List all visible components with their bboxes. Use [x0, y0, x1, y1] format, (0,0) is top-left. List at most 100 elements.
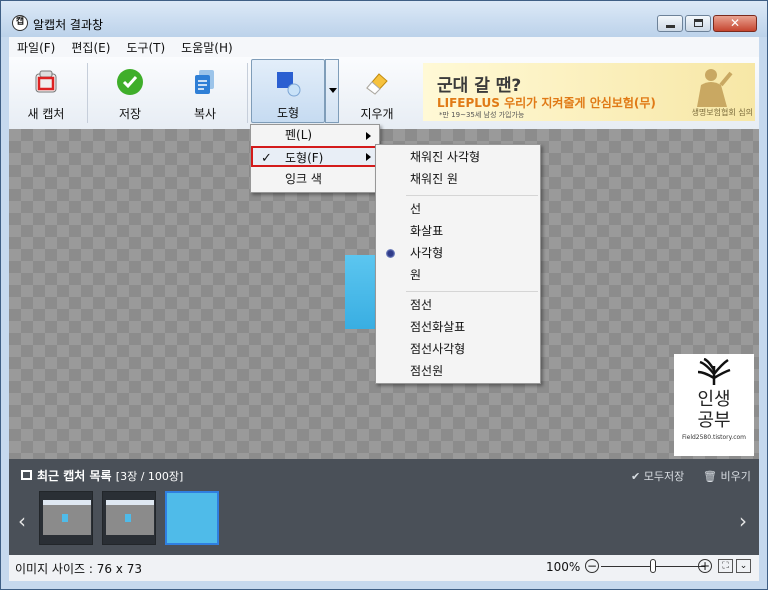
menu-help[interactable]: 도움말(H): [173, 39, 241, 56]
app-icon: 캡: [12, 15, 28, 31]
submenu-item-dashed-line[interactable]: 점선: [376, 295, 540, 316]
advertisement-banner[interactable]: 군대 갈 땐? LIFEPLUS 우리가 지켜줄게 안심보험(무) *만 19~…: [423, 63, 755, 121]
watermark-text-1: 인생: [697, 389, 731, 410]
copy-icon: [195, 70, 214, 94]
zoom-out-icon[interactable]: −: [585, 559, 599, 573]
shape-button[interactable]: 도형: [251, 59, 325, 123]
submenu-item-label: 화살표: [410, 224, 444, 238]
maximize-button[interactable]: [685, 15, 711, 32]
scroll-left-arrow[interactable]: ‹: [18, 509, 26, 533]
fit-screen-icon[interactable]: ⛶: [718, 559, 733, 573]
new-capture-label: 새 캡처: [27, 107, 65, 121]
menu-item-pen[interactable]: 펜(L): [251, 125, 379, 146]
thumbnail-capture: [125, 514, 131, 522]
soldier-silhouette-image: [697, 69, 733, 107]
menu-item-label: 펜(L): [285, 128, 313, 142]
scroll-right-arrow[interactable]: ›: [739, 509, 747, 533]
save-label: 저장: [118, 107, 142, 121]
recent-count: [3장 / 100장]: [115, 470, 184, 483]
eraser-button[interactable]: 지우개: [342, 61, 412, 125]
shape-submenu: 채워진 사각형 채워진 원 선 화살표 사각형 원 점선 점선화살표 점선사각형…: [375, 144, 541, 384]
menu-item-shape[interactable]: ✓ 도형(F): [251, 146, 379, 167]
menu-file[interactable]: 파일(F): [9, 39, 63, 56]
recent-thumbnail[interactable]: [39, 491, 93, 545]
expand-down-icon[interactable]: ⌄: [736, 559, 751, 573]
submenu-item-label: 채워진 사각형: [410, 150, 481, 164]
watermark-text-2: 공부: [697, 410, 731, 431]
save-button[interactable]: 저장: [95, 61, 165, 125]
menu-separator: [406, 291, 538, 292]
save-check-icon: [117, 69, 143, 95]
submenu-item-dashed-rect[interactable]: 점선사각형: [376, 339, 540, 360]
status-bar: 이미지 사이즈 : 76 x 73 100% − + ⛶ ⌄: [9, 555, 759, 581]
ad-brand: 생명보험협회 심의: [691, 108, 753, 117]
plant-icon: [697, 357, 731, 385]
shape-dropdown-button[interactable]: [325, 59, 339, 123]
submenu-item-arrow[interactable]: 화살표: [376, 221, 540, 242]
ad-subtitle: LIFEPLUS 우리가 지켜줄게 안심보험(무): [437, 96, 656, 110]
recent-title-text: 최근 캡처 목록: [37, 469, 112, 483]
recent-list-icon: [21, 470, 32, 480]
clear-button[interactable]: 🗑 비우기: [703, 468, 751, 484]
window-title: 알캡처 결과창: [33, 18, 104, 32]
save-all-button[interactable]: ✔ 모두저장: [631, 468, 684, 484]
check-icon: ✓: [261, 151, 272, 166]
shape-dropdown-menu: 펜(L) ✓ 도형(F) 잉크 색: [250, 124, 380, 193]
shape-label: 도형: [276, 106, 300, 120]
recent-thumbnail[interactable]: [102, 491, 156, 545]
submenu-item-dashed-arrow[interactable]: 점선화살표: [376, 317, 540, 338]
submenu-item-rect[interactable]: 사각형: [376, 243, 540, 264]
close-icon: ✕: [729, 16, 741, 30]
new-capture-icon: [35, 70, 57, 93]
shape-icon: [277, 72, 301, 97]
minimize-icon: [666, 25, 675, 28]
thumbnail-capture: [62, 514, 68, 522]
eraser-icon: [366, 73, 388, 95]
recent-thumbnail-selected[interactable]: [165, 491, 219, 545]
minimize-button[interactable]: [657, 15, 683, 32]
close-button[interactable]: ✕: [713, 15, 757, 32]
new-capture-button[interactable]: 새 캡처: [11, 61, 81, 125]
submenu-item-label: 채워진 원: [410, 172, 458, 186]
submenu-arrow-icon: [366, 153, 371, 161]
menu-item-label: 도형(F): [285, 151, 324, 165]
submenu-item-label: 점선원: [410, 364, 444, 378]
submenu-item-label: 원: [410, 268, 422, 282]
image-size-text: 이미지 사이즈 : 76 x 73: [15, 562, 142, 576]
toolbar: 새 캡처 저장 복사 도형 지우개 군대 갈 땐? LIFEPLUS 우리가 지…: [9, 57, 759, 130]
toolbar-separator: [87, 63, 88, 123]
copy-button[interactable]: 복사: [170, 61, 240, 125]
menu-bar: 파일(F) 편집(E) 도구(T) 도움말(H): [9, 37, 759, 57]
submenu-item-circle[interactable]: 원: [376, 265, 540, 286]
submenu-item-line[interactable]: 선: [376, 199, 540, 220]
menu-tools[interactable]: 도구(T): [118, 39, 173, 56]
toolbar-separator: [247, 63, 248, 123]
zoom-slider-knob[interactable]: [650, 559, 656, 573]
copy-label: 복사: [193, 107, 217, 121]
menu-item-ink-color[interactable]: 잉크 색: [251, 169, 379, 190]
title-bar[interactable]: 캡 알캡처 결과창 ✕: [1, 1, 767, 37]
ad-disclaimer: *만 19~35세 남성 가입가능: [439, 111, 525, 119]
submenu-item-filled-rect[interactable]: 채워진 사각형: [376, 147, 540, 168]
watermark-logo: 인생 공부 Field2580.tistory.com: [674, 354, 754, 456]
eraser-label: 지우개: [360, 107, 394, 121]
submenu-item-label: 점선사각형: [410, 342, 466, 356]
zoom-percent: 100%: [546, 560, 581, 574]
captured-image[interactable]: [345, 255, 377, 329]
menu-edit[interactable]: 편집(E): [63, 39, 118, 56]
radio-selected-icon: [386, 249, 395, 258]
recent-captures-panel: 최근 캡처 목록 [3장 / 100장] ✔ 모두저장 🗑 비우기 ‹ ›: [9, 459, 759, 555]
menu-item-label: 잉크 색: [285, 172, 322, 186]
submenu-arrow-icon: [366, 132, 371, 140]
chevron-down-icon: [329, 88, 337, 93]
zoom-in-icon[interactable]: +: [698, 559, 712, 573]
submenu-item-dashed-circle[interactable]: 점선원: [376, 361, 540, 382]
ad-title: 군대 갈 땐?: [437, 76, 522, 96]
submenu-item-label: 점선화살표: [410, 320, 466, 334]
submenu-item-label: 선: [410, 202, 422, 216]
menu-separator: [406, 195, 538, 196]
submenu-item-label: 사각형: [410, 246, 444, 260]
submenu-item-label: 점선: [410, 298, 433, 312]
submenu-item-filled-circle[interactable]: 채워진 원: [376, 169, 540, 190]
watermark-url: Field2580.tistory.com: [681, 434, 747, 441]
